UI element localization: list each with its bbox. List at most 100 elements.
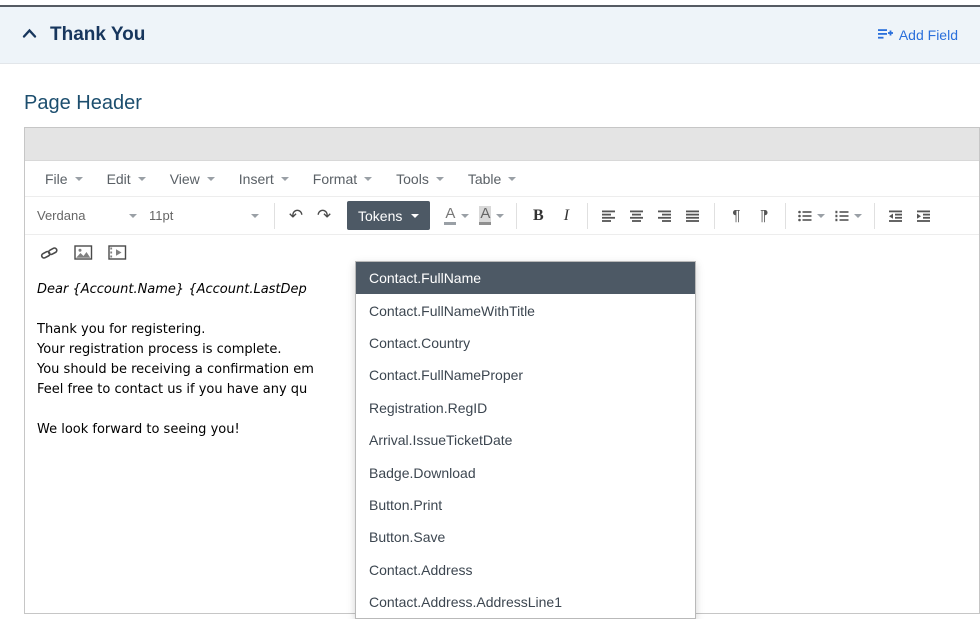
menu-view-label: View: [170, 171, 200, 187]
toolbar-separator: [785, 203, 786, 229]
toolbar-separator: [714, 203, 715, 229]
token-menu-item[interactable]: Contact.Country: [356, 327, 695, 359]
menu-table[interactable]: Table: [456, 161, 528, 196]
chevron-down-icon: [496, 214, 504, 218]
undo-button[interactable]: ↶: [282, 202, 310, 230]
page-header-title: Page Header: [24, 92, 142, 115]
chevron-down-icon: [75, 177, 83, 181]
menu-table-label: Table: [468, 171, 501, 187]
accordion-title-group[interactable]: Thank You: [22, 24, 145, 46]
menu-format[interactable]: Format: [301, 161, 384, 196]
menu-file-label: File: [45, 171, 68, 187]
increase-indent-button[interactable]: [910, 202, 938, 230]
menu-insert-label: Insert: [239, 171, 274, 187]
background-color-icon: A: [479, 206, 491, 226]
chevron-up-icon[interactable]: [22, 26, 37, 44]
align-justify-icon: [686, 210, 700, 222]
insert-image-button[interactable]: [69, 239, 97, 267]
align-right-icon: [658, 210, 672, 222]
editor-top-strip: [25, 128, 979, 161]
font-size-select[interactable]: 11pt: [145, 202, 267, 230]
token-menu-item[interactable]: Registration.RegID: [356, 392, 695, 424]
image-icon: [74, 245, 93, 260]
token-menu-item[interactable]: Contact.Address: [356, 554, 695, 586]
chevron-down-icon: [817, 214, 825, 218]
redo-icon: ↷: [317, 206, 331, 226]
align-justify-button[interactable]: [679, 202, 707, 230]
token-menu-item[interactable]: Button.Print: [356, 489, 695, 521]
menu-tools-label: Tools: [396, 171, 429, 187]
ltr-paragraph-button[interactable]: ¶: [722, 202, 750, 230]
menu-file[interactable]: File: [33, 161, 95, 196]
toolbar-separator: [516, 203, 517, 229]
decrease-indent-button[interactable]: [882, 202, 910, 230]
italic-button[interactable]: I: [552, 202, 580, 230]
rtl-paragraph-button[interactable]: ¶: [750, 202, 778, 230]
bullet-list-button[interactable]: [793, 202, 830, 230]
chevron-down-icon: [436, 177, 444, 181]
numbered-list-icon: [835, 210, 849, 222]
menu-format-label: Format: [313, 171, 357, 187]
menu-edit-label: Edit: [107, 171, 131, 187]
align-left-button[interactable]: [595, 202, 623, 230]
token-menu-item[interactable]: Arrival.IssueTicketDate: [356, 424, 695, 456]
numbered-list-button[interactable]: [830, 202, 867, 230]
chevron-down-icon: [281, 177, 289, 181]
menu-view[interactable]: View: [158, 161, 227, 196]
editor-menubar: File Edit View Insert Format Tools Table: [25, 161, 979, 196]
text-color-icon: A: [444, 206, 456, 226]
redo-button[interactable]: ↷: [310, 202, 338, 230]
add-field-label: Add Field: [899, 27, 958, 43]
font-family-select[interactable]: Verdana: [33, 202, 145, 230]
decrease-indent-icon: [889, 210, 903, 222]
token-menu-item[interactable]: Contact.Address.AddressLine1: [356, 586, 695, 618]
section-accordion-header: Thank You Add Field: [0, 7, 980, 64]
insert-link-button[interactable]: [35, 239, 63, 267]
align-center-icon: [630, 210, 644, 222]
undo-icon: ↶: [289, 206, 303, 226]
tokens-dropdown-button[interactable]: Tokens: [347, 201, 430, 230]
chevron-down-icon: [508, 177, 516, 181]
text-color-button[interactable]: A: [439, 202, 474, 230]
tokens-button-label: Tokens: [358, 208, 402, 224]
menu-edit[interactable]: Edit: [95, 161, 158, 196]
insert-media-button[interactable]: [103, 239, 131, 267]
background-color-button[interactable]: A: [474, 202, 509, 230]
bold-icon: B: [533, 207, 544, 225]
add-field-button[interactable]: Add Field: [878, 27, 958, 43]
chevron-down-icon: [129, 214, 137, 218]
italic-icon: I: [564, 207, 569, 225]
token-menu-item[interactable]: Badge.Download: [356, 456, 695, 488]
link-icon: [40, 245, 59, 261]
bullet-list-icon: [798, 210, 812, 222]
rtl-paragraph-icon: ¶: [760, 207, 768, 224]
chevron-down-icon: [461, 214, 469, 218]
tokens-dropdown-menu: Contact.FullName Contact.FullNameWithTit…: [355, 261, 696, 619]
increase-indent-icon: [917, 210, 931, 222]
align-center-button[interactable]: [623, 202, 651, 230]
chevron-down-icon: [364, 177, 372, 181]
bold-button[interactable]: B: [524, 202, 552, 230]
media-icon: [108, 245, 127, 260]
toolbar-separator: [874, 203, 875, 229]
token-menu-item[interactable]: Button.Save: [356, 521, 695, 553]
menu-insert[interactable]: Insert: [227, 161, 301, 196]
section-title: Thank You: [50, 24, 145, 46]
token-menu-item[interactable]: Contact.FullNameProper: [356, 359, 695, 391]
font-family-value: Verdana: [37, 208, 85, 223]
add-field-icon: [878, 27, 893, 43]
toolbar-separator: [587, 203, 588, 229]
menu-tools[interactable]: Tools: [384, 161, 456, 196]
editor-toolbar-main: Verdana 11pt ↶ ↷ Tokens A A B I: [25, 196, 979, 234]
ltr-paragraph-icon: ¶: [732, 207, 740, 224]
chevron-down-icon: [138, 177, 146, 181]
token-menu-item[interactable]: Contact.FullNameWithTitle: [356, 294, 695, 326]
align-left-icon: [602, 210, 616, 222]
chevron-down-icon: [207, 177, 215, 181]
chevron-down-icon: [251, 214, 259, 218]
token-menu-item[interactable]: Contact.FullName: [356, 262, 695, 294]
align-right-button[interactable]: [651, 202, 679, 230]
chevron-down-icon: [854, 214, 862, 218]
toolbar-separator: [274, 203, 275, 229]
chevron-down-icon: [411, 214, 419, 218]
